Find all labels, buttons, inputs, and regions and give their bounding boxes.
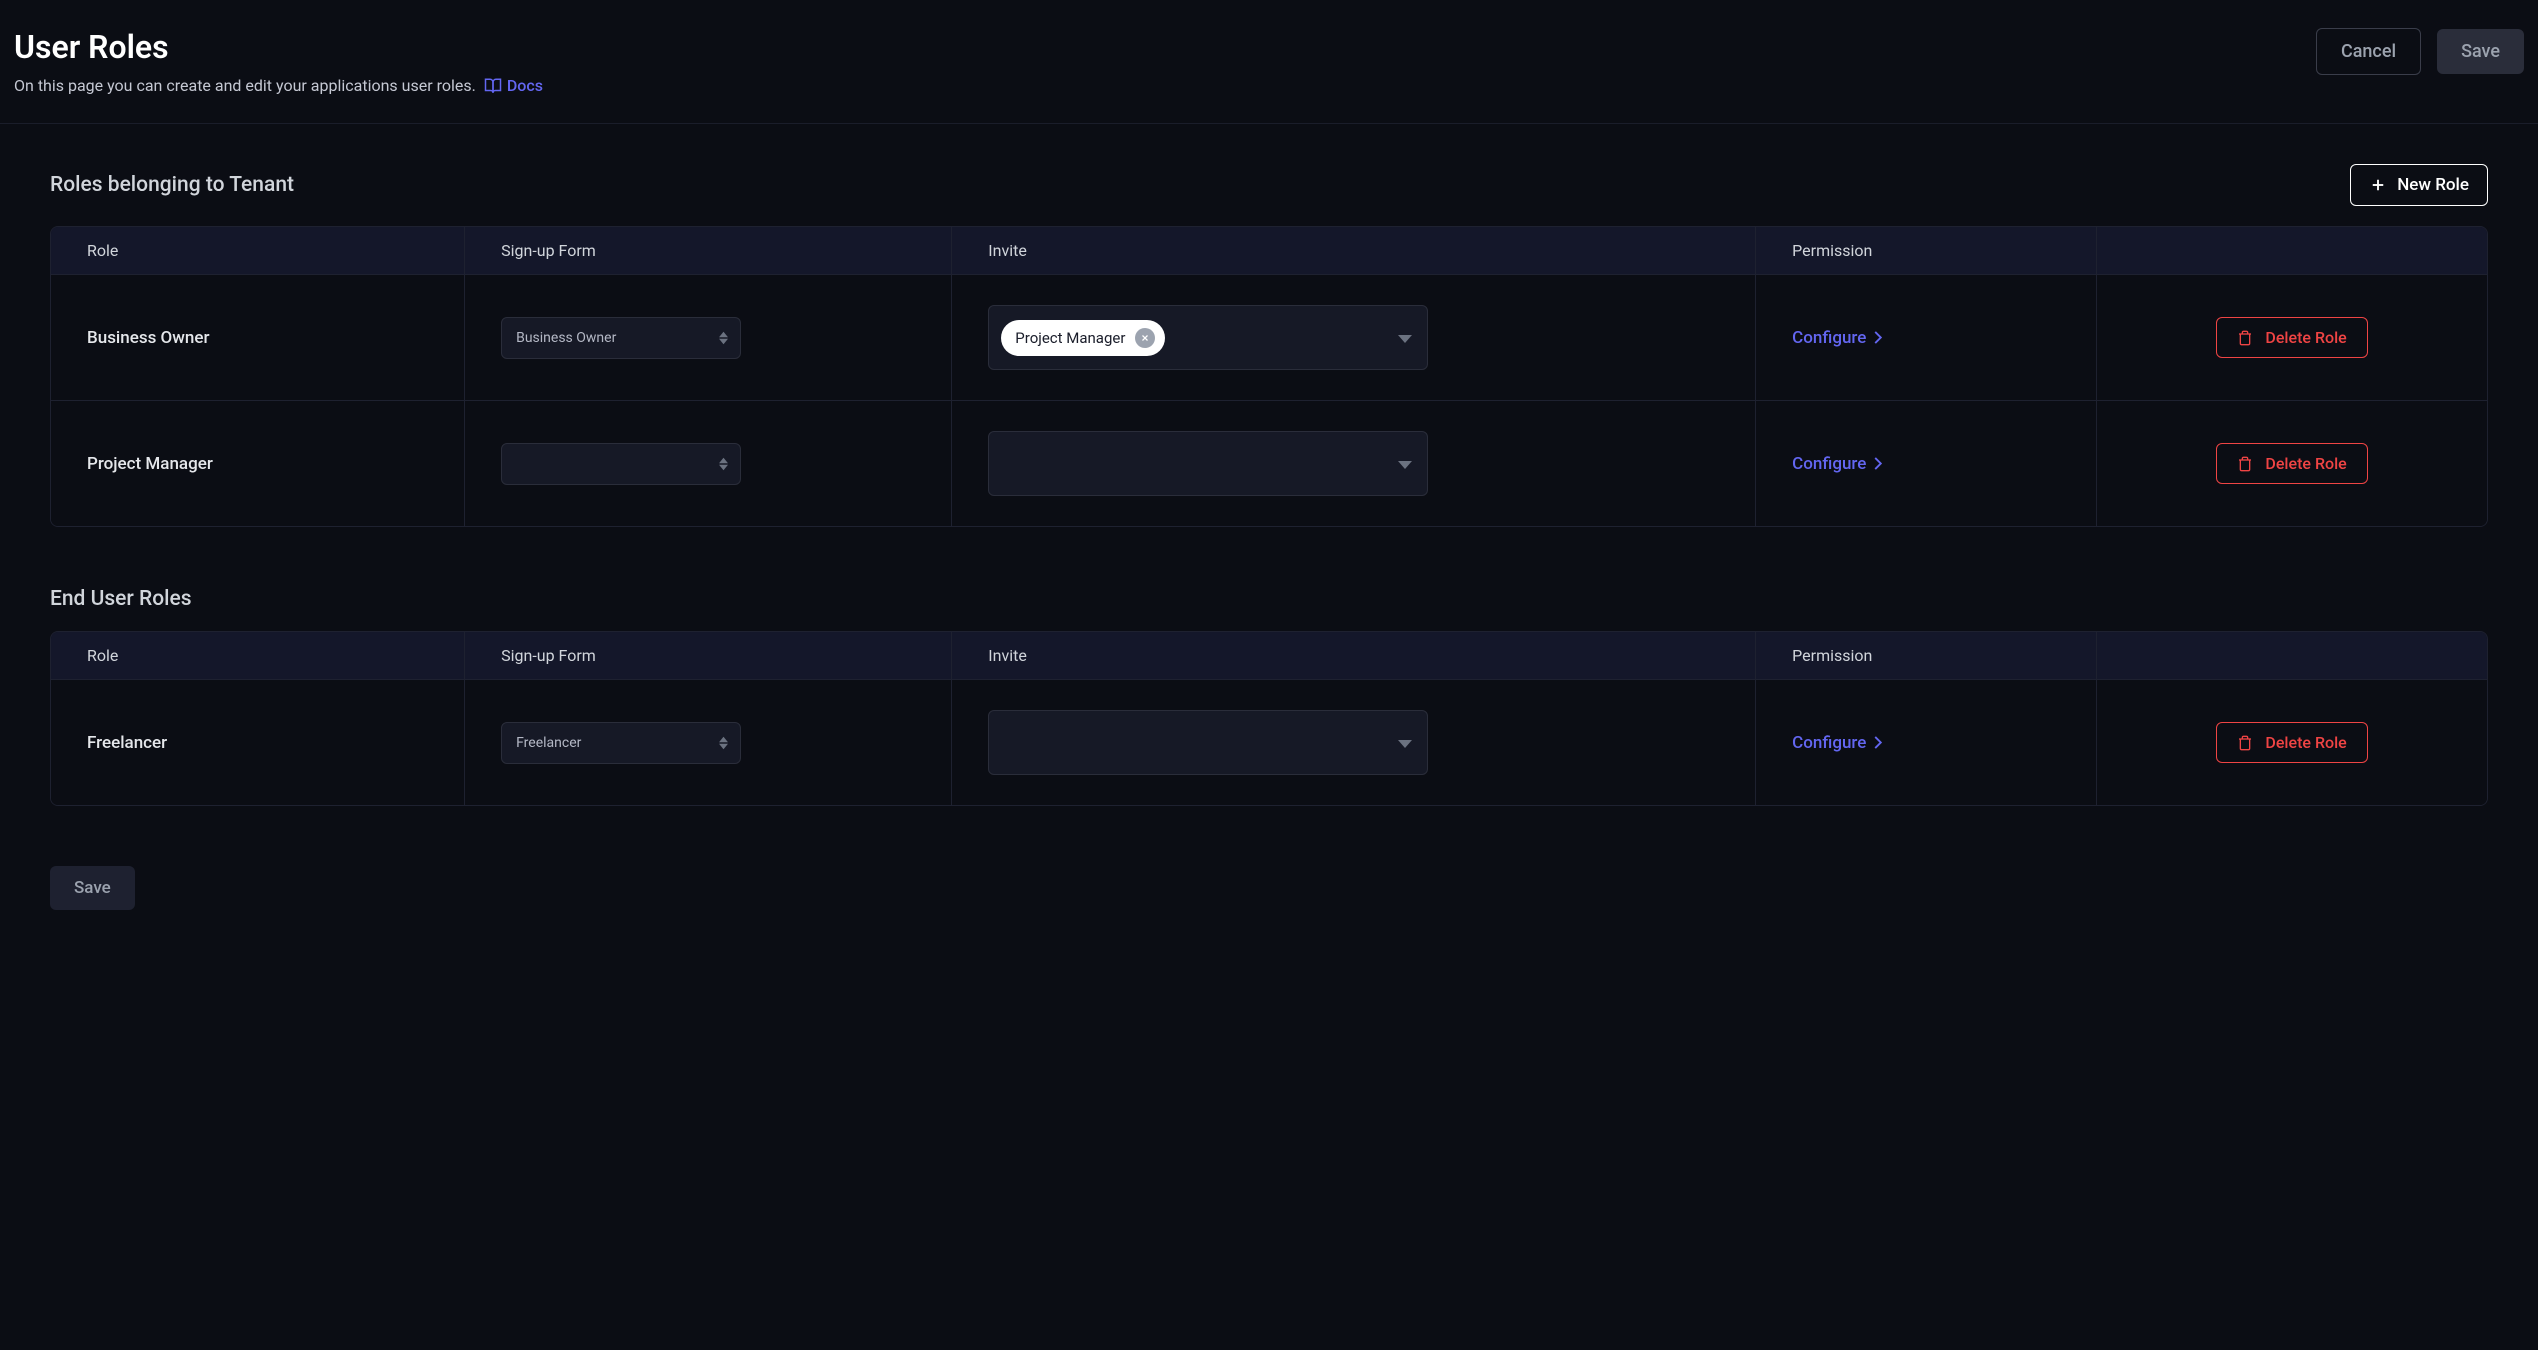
trash-icon bbox=[2237, 329, 2253, 347]
table-header: Role Sign-up Form Invite Permission bbox=[51, 227, 2487, 275]
invite-select[interactable] bbox=[988, 710, 1428, 775]
chevron-right-icon bbox=[1874, 736, 1882, 749]
header-permission: Permission bbox=[1756, 632, 2097, 679]
trash-icon bbox=[2237, 734, 2253, 752]
section-header: End User Roles bbox=[50, 587, 2488, 611]
header-permission: Permission bbox=[1756, 227, 2097, 274]
chevron-right-icon bbox=[1874, 457, 1882, 470]
invite-chip: Project Manager bbox=[1001, 320, 1165, 356]
invite-select[interactable]: Project Manager bbox=[988, 305, 1428, 370]
header-actions bbox=[2097, 227, 2487, 274]
signup-select[interactable]: Business Owner bbox=[501, 317, 741, 359]
section-header: Roles belonging to Tenant New Role bbox=[50, 164, 2488, 206]
cancel-button[interactable]: Cancel bbox=[2316, 28, 2421, 75]
tenant-roles-section: Roles belonging to Tenant New Role Role … bbox=[50, 164, 2488, 527]
actions-cell: Delete Role bbox=[2097, 680, 2487, 805]
role-name: Freelancer bbox=[51, 680, 465, 805]
configure-label: Configure bbox=[1792, 454, 1866, 474]
chip-remove-button[interactable] bbox=[1135, 328, 1155, 348]
header-invite: Invite bbox=[952, 227, 1756, 274]
invite-cell bbox=[952, 680, 1756, 805]
signup-value: Business Owner bbox=[516, 330, 616, 346]
close-icon bbox=[1140, 333, 1150, 343]
content: Roles belonging to Tenant New Role Role … bbox=[0, 124, 2538, 950]
configure-label: Configure bbox=[1792, 328, 1866, 348]
permission-cell: Configure bbox=[1756, 275, 2097, 400]
table-row: Project Manager bbox=[51, 401, 2487, 526]
delete-role-button[interactable]: Delete Role bbox=[2216, 443, 2367, 484]
header-role: Role bbox=[51, 227, 465, 274]
header-signup: Sign-up Form bbox=[465, 227, 952, 274]
actions-cell: Delete Role bbox=[2097, 401, 2487, 526]
save-button[interactable]: Save bbox=[2437, 29, 2524, 74]
actions-cell: Delete Role bbox=[2097, 275, 2487, 400]
signup-cell: Business Owner bbox=[465, 275, 952, 400]
configure-link[interactable]: Configure bbox=[1792, 733, 1882, 753]
chip-label: Project Manager bbox=[1015, 329, 1125, 347]
delete-role-button[interactable]: Delete Role bbox=[2216, 722, 2367, 763]
delete-label: Delete Role bbox=[2265, 328, 2346, 347]
invite-cell bbox=[952, 401, 1756, 526]
page-subtitle: On this page you can create and edit you… bbox=[14, 76, 543, 95]
invite-cell: Project Manager bbox=[952, 275, 1756, 400]
permission-cell: Configure bbox=[1756, 680, 2097, 805]
docs-label: Docs bbox=[507, 76, 543, 95]
docs-link[interactable]: Docs bbox=[484, 76, 543, 95]
signup-select[interactable] bbox=[501, 443, 741, 485]
section-title: End User Roles bbox=[50, 587, 192, 611]
plus-icon bbox=[2369, 176, 2387, 194]
page-header: User Roles On this page you can create a… bbox=[0, 0, 2538, 124]
page-title: User Roles bbox=[14, 28, 543, 66]
signup-cell bbox=[465, 401, 952, 526]
signup-cell: Freelancer bbox=[465, 680, 952, 805]
enduser-roles-table: Role Sign-up Form Invite Permission Free… bbox=[50, 631, 2488, 806]
subtitle-text: On this page you can create and edit you… bbox=[14, 76, 476, 95]
header-actions bbox=[2097, 632, 2487, 679]
delete-role-button[interactable]: Delete Role bbox=[2216, 317, 2367, 358]
header-actions: Cancel Save bbox=[2316, 28, 2524, 75]
configure-label: Configure bbox=[1792, 733, 1866, 753]
chevrons-icon bbox=[719, 457, 728, 470]
save-button-bottom[interactable]: Save bbox=[50, 866, 135, 910]
book-icon bbox=[484, 77, 502, 95]
chevron-right-icon bbox=[1874, 331, 1882, 344]
chevrons-icon bbox=[719, 331, 728, 344]
header-signup: Sign-up Form bbox=[465, 632, 952, 679]
table-row: Freelancer Freelancer bbox=[51, 680, 2487, 805]
signup-value: Freelancer bbox=[516, 735, 581, 751]
chevrons-icon bbox=[719, 736, 728, 749]
configure-link[interactable]: Configure bbox=[1792, 454, 1882, 474]
enduser-roles-section: End User Roles Role Sign-up Form Invite … bbox=[50, 587, 2488, 806]
tenant-roles-table: Role Sign-up Form Invite Permission Busi… bbox=[50, 226, 2488, 527]
configure-link[interactable]: Configure bbox=[1792, 328, 1882, 348]
new-role-label: New Role bbox=[2397, 175, 2469, 195]
header-left: User Roles On this page you can create a… bbox=[14, 28, 543, 95]
delete-label: Delete Role bbox=[2265, 454, 2346, 473]
header-invite: Invite bbox=[952, 632, 1756, 679]
role-name: Project Manager bbox=[51, 401, 465, 526]
table-header: Role Sign-up Form Invite Permission bbox=[51, 632, 2487, 680]
role-name: Business Owner bbox=[51, 275, 465, 400]
new-role-button[interactable]: New Role bbox=[2350, 164, 2488, 206]
trash-icon bbox=[2237, 455, 2253, 473]
table-row: Business Owner Business Owner bbox=[51, 275, 2487, 401]
delete-label: Delete Role bbox=[2265, 733, 2346, 752]
section-title: Roles belonging to Tenant bbox=[50, 173, 294, 197]
permission-cell: Configure bbox=[1756, 401, 2097, 526]
signup-select[interactable]: Freelancer bbox=[501, 722, 741, 764]
header-role: Role bbox=[51, 632, 465, 679]
invite-select[interactable] bbox=[988, 431, 1428, 496]
